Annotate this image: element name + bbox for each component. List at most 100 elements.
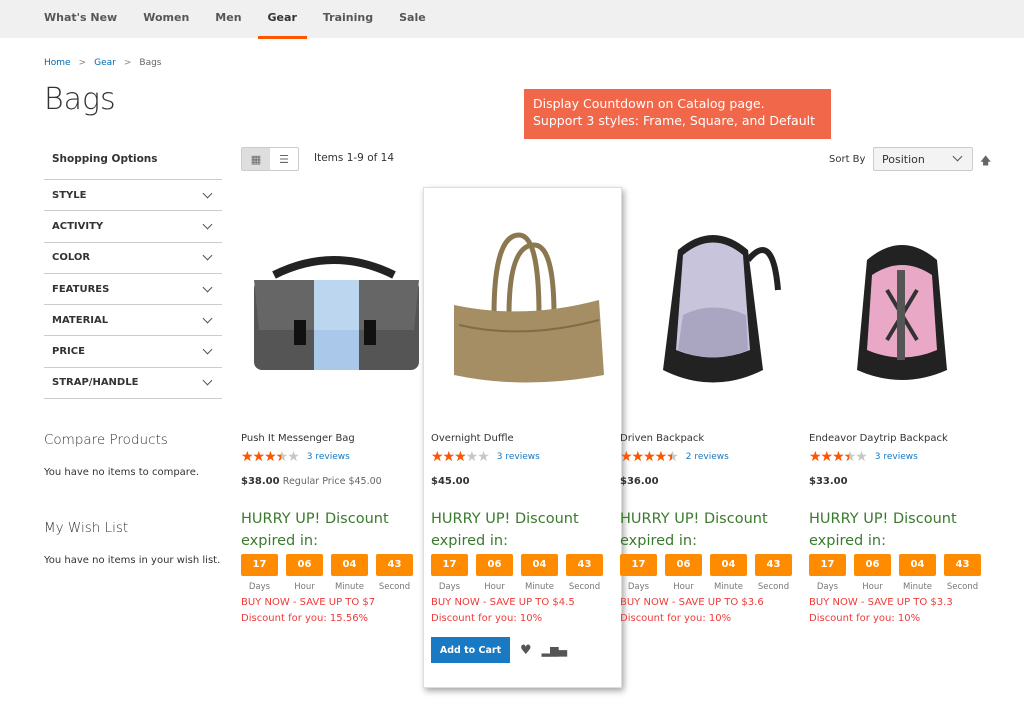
- chevron-down-icon: [202, 375, 213, 386]
- add-to-cart-button[interactable]: Add to Cart: [431, 637, 510, 663]
- countdown-label: Hour: [673, 582, 694, 592]
- sort-select[interactable]: Position: [873, 147, 973, 171]
- hurry-text: HURRY UP! Discount expired in:: [431, 511, 579, 549]
- sort-direction-icon[interactable]: 🡅: [980, 152, 991, 171]
- product-image[interactable]: [241, 195, 426, 425]
- countdown-value: 04: [521, 554, 558, 576]
- countdown-value: 43: [376, 554, 413, 576]
- product-price: $38.00 Regular Price $45.00: [241, 476, 426, 490]
- countdown-days: 17 Days: [620, 554, 657, 592]
- wishlist-title: My Wish List: [44, 520, 129, 536]
- countdown-label: Minute: [713, 582, 744, 592]
- heart-icon[interactable]: ♥: [520, 643, 532, 658]
- countdown-value: 17: [431, 554, 468, 576]
- countdown-timer: 17 Days 06 Hour 04 Minute 43 Second: [241, 554, 426, 592]
- chevron-down-icon: [202, 344, 213, 355]
- breadcrumb-home[interactable]: Home: [44, 58, 71, 68]
- product-image[interactable]: [809, 195, 994, 425]
- items-count: Items 1-9 of 14: [314, 152, 395, 164]
- product-card: Push It Messenger Bag ★★★★★★★★★★ 3 review…: [241, 195, 426, 627]
- list-view-icon[interactable]: ☰: [270, 148, 298, 170]
- filter-price[interactable]: PRICE: [44, 336, 222, 368]
- countdown-hour: 06 Hour: [476, 554, 513, 592]
- final-price: $36.00: [620, 476, 659, 487]
- breadcrumb-gear[interactable]: Gear: [94, 58, 116, 68]
- discount-text: Discount for you: 10%: [431, 613, 543, 624]
- product-name[interactable]: Overnight Duffle: [431, 433, 616, 444]
- countdown-label: Days: [248, 582, 271, 592]
- filter-material[interactable]: MATERIAL: [44, 305, 222, 337]
- filter-strap-handle[interactable]: STRAP/HANDLE: [44, 368, 222, 400]
- breadcrumb-current: Bags: [139, 58, 162, 68]
- shopping-options-title: Shopping Options: [44, 150, 222, 180]
- nav-women[interactable]: Women: [143, 0, 189, 38]
- reviews-link[interactable]: 2 reviews: [686, 452, 729, 462]
- save-text: BUY NOW - SAVE UP TO $3.3: [809, 597, 953, 608]
- product-card: Overnight Duffle ★★★★★★★★★★ 3 reviews $45…: [431, 195, 616, 663]
- reviews-link[interactable]: 3 reviews: [875, 452, 918, 462]
- discount-text: Discount for you: 10%: [809, 613, 921, 624]
- nav-gear[interactable]: Gear: [257, 0, 308, 39]
- countdown-value: 06: [476, 554, 513, 576]
- filter-style[interactable]: STYLE: [44, 180, 222, 212]
- countdown-label: Days: [627, 582, 650, 592]
- countdown-value: 06: [665, 554, 702, 576]
- chevron-down-icon: [202, 188, 213, 199]
- nav-whats-new[interactable]: What's New: [44, 0, 117, 38]
- countdown-second: 43 Second: [755, 554, 792, 592]
- countdown-value: 17: [241, 554, 278, 576]
- countdown-value: 04: [331, 554, 368, 576]
- nav-sale[interactable]: Sale: [399, 0, 426, 38]
- product-rating: ★★★★★★★★★★ 3 reviews: [431, 450, 616, 464]
- product-image[interactable]: [620, 195, 805, 425]
- view-modes: ▦ ☰: [241, 147, 299, 171]
- promo-banner: Display Countdown on Catalog page. Suppo…: [524, 89, 831, 139]
- countdown-minute: 04 Minute: [521, 554, 558, 592]
- countdown-second: 43 Second: [566, 554, 603, 592]
- promo-line-1: Display Countdown on Catalog page.: [533, 96, 765, 111]
- product-image[interactable]: [431, 195, 616, 425]
- countdown-hour: 06 Hour: [665, 554, 702, 592]
- reviews-link[interactable]: 3 reviews: [307, 452, 350, 462]
- countdown-value: 43: [944, 554, 981, 576]
- countdown-label: Hour: [484, 582, 505, 592]
- page-title: Bags: [44, 82, 116, 117]
- product-rating: ★★★★★★★★★★ 3 reviews: [809, 450, 994, 464]
- filter-label: PRICE: [52, 346, 85, 358]
- product-card: Driven Backpack ★★★★★★★★★★ 2 reviews $36.…: [620, 195, 805, 627]
- product-name[interactable]: Push It Messenger Bag: [241, 433, 426, 444]
- grid-view-icon[interactable]: ▦: [242, 148, 270, 170]
- countdown-days: 17 Days: [809, 554, 846, 592]
- product-name[interactable]: Driven Backpack: [620, 433, 805, 444]
- countdown-second: 43 Second: [944, 554, 981, 592]
- countdown-minute: 04 Minute: [710, 554, 747, 592]
- countdown-value: 04: [710, 554, 747, 576]
- chevron-down-icon: [202, 282, 213, 292]
- nav-men[interactable]: Men: [215, 0, 241, 38]
- final-price: $38.00: [241, 476, 280, 487]
- filter-activity[interactable]: ACTIVITY: [44, 211, 222, 243]
- countdown-days: 17 Days: [241, 554, 278, 592]
- countdown-value: 04: [899, 554, 936, 576]
- filter-label: FEATURES: [52, 283, 110, 295]
- nav-training[interactable]: Training: [323, 0, 373, 38]
- final-price: $33.00: [809, 476, 848, 487]
- filter-label: MATERIAL: [52, 314, 109, 326]
- countdown-label: Second: [757, 582, 790, 592]
- countdown-timer: 17 Days 06 Hour 04 Minute 43 Second: [431, 554, 616, 592]
- countdown-label: Days: [816, 582, 839, 592]
- final-price: $45.00: [431, 476, 470, 487]
- filter-label: ACTIVITY: [52, 220, 104, 232]
- filter-features[interactable]: FEATURES: [44, 274, 222, 306]
- countdown-value: 06: [854, 554, 891, 576]
- sort-label: Sort By: [829, 154, 866, 165]
- compare-icon[interactable]: ▂▆▄: [542, 644, 567, 657]
- compare-text: You have no items to compare.: [44, 467, 200, 478]
- regular-price: $45.00: [348, 476, 382, 487]
- star-rating-icon: ★★★★★★★★★★: [809, 449, 868, 465]
- product-price: $45.00: [431, 476, 616, 490]
- filter-color[interactable]: COLOR: [44, 243, 222, 274]
- reviews-link[interactable]: 3 reviews: [497, 452, 540, 462]
- product-name[interactable]: Endeavor Daytrip Backpack: [809, 433, 994, 444]
- save-text: BUY NOW - SAVE UP TO $7: [241, 597, 376, 608]
